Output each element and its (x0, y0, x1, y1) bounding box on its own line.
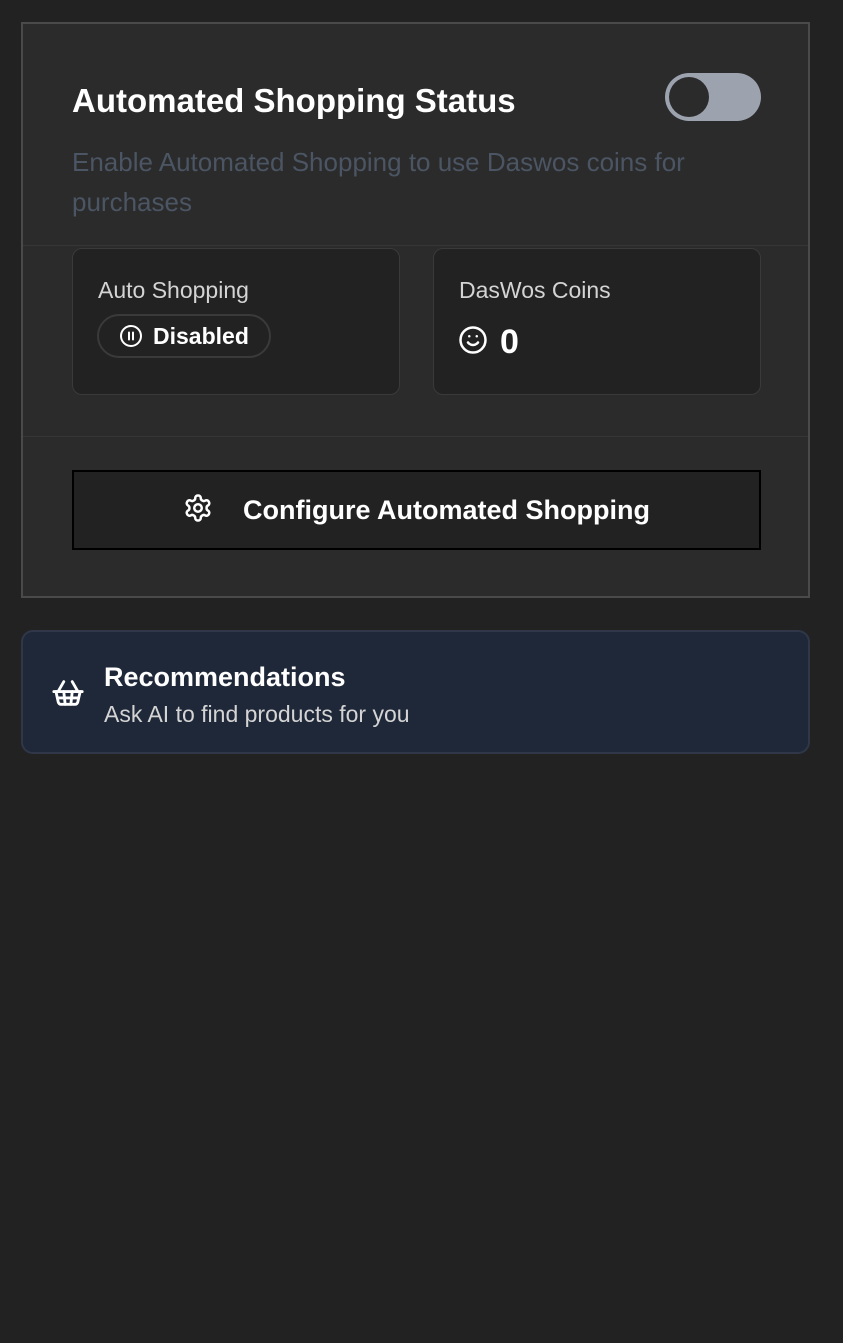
automated-shopping-status-card: Automated Shopping Status Enable Automat… (21, 22, 810, 598)
smile-coin-icon (458, 325, 488, 360)
configure-button-label: Configure Automated Shopping (243, 494, 650, 525)
recommendations-subtitle: Ask AI to find products for you (104, 701, 410, 727)
status-badge-label: Disabled (153, 322, 249, 349)
recommendations-title: Recommendations (104, 662, 346, 692)
coins-balance: 0 (458, 323, 519, 362)
status-card-title: Automated Shopping Status (72, 82, 516, 119)
gear-icon (183, 493, 213, 528)
card-divider (23, 436, 808, 437)
shopping-basket-icon (49, 676, 87, 715)
status-card-description: Enable Automated Shopping to use Daswos … (72, 147, 685, 217)
configure-automated-shopping-button[interactable]: Configure Automated Shopping (72, 470, 761, 550)
coins-value: 0 (500, 323, 519, 361)
automated-shopping-toggle[interactable] (665, 73, 761, 121)
pause-circle-icon (119, 324, 143, 348)
status-badge: Disabled (97, 314, 271, 358)
daswos-coins-label: DasWos Coins (459, 277, 611, 303)
toggle-knob (669, 77, 709, 117)
auto-shopping-stat: Auto Shopping Disabled (72, 248, 400, 395)
status-card-header: Automated Shopping Status Enable Automat… (23, 24, 808, 246)
recommendations-card[interactable]: Recommendations Ask AI to find products … (21, 630, 810, 754)
daswos-coins-stat: DasWos Coins 0 (433, 248, 761, 395)
auto-shopping-label: Auto Shopping (98, 277, 249, 303)
